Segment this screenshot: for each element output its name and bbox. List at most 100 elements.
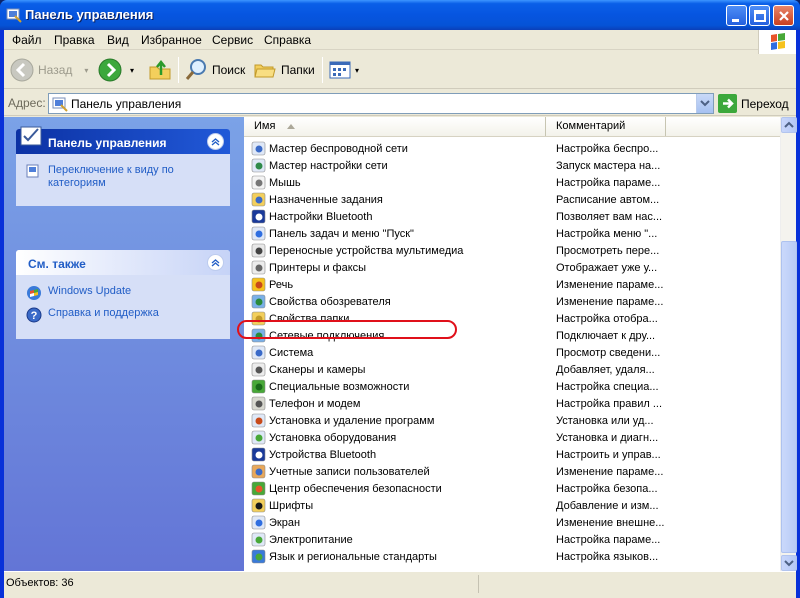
bluetooth-devices-icon [251, 447, 266, 462]
list-item[interactable]: Мастер настройки сети Запуск мастера на..… [244, 158, 780, 175]
list-item-name: Шрифты [269, 500, 314, 512]
vertical-scrollbar[interactable] [780, 117, 797, 571]
scroll-thumb[interactable] [781, 241, 797, 553]
list-item-comment: Настройка правил ... [556, 398, 663, 410]
menu-favorites[interactable]: Избранное [141, 33, 202, 47]
close-button[interactable] [773, 5, 794, 26]
list-item[interactable]: Установка оборудования Установка и диагн.… [244, 430, 780, 447]
list-item-comment: Изменение параме... [556, 279, 664, 291]
list-item[interactable]: Назначенные задания Расписание автом... [244, 192, 780, 209]
list-item[interactable]: Экран Изменение внешне... [244, 515, 780, 532]
control-panel-panel: Панель управления Переключение к виду по… [16, 126, 230, 206]
list-item-comment: Расписание автом... [556, 194, 660, 206]
windows-update-link[interactable]: Windows Update [26, 285, 222, 301]
back-dropdown-icon[interactable]: ▾ [84, 66, 88, 75]
scroll-up-icon [784, 121, 794, 128]
window-client: Файл Правка Вид Избранное Сервис Справка [4, 30, 797, 598]
list-item[interactable]: Мастер беспроводной сети Настройка беспро… [244, 141, 780, 158]
address-dropdown-button[interactable] [696, 94, 713, 113]
list-item[interactable]: Устройства Bluetooth Настроить и управ... [244, 447, 780, 464]
menu-help[interactable]: Справка [264, 33, 311, 47]
list-item[interactable]: Учетные записи пользователей Изменение па… [244, 464, 780, 481]
search-icon [185, 59, 206, 80]
phone-modem-icon [251, 396, 266, 411]
up-folder-button[interactable] [148, 56, 172, 84]
list-item-comment: Настройка специа... [556, 381, 659, 393]
fonts-icon [251, 498, 266, 513]
forward-button[interactable]: ▾ [98, 56, 134, 84]
list-item[interactable]: Язык и региональные стандарты Настройка я… [244, 549, 780, 566]
control-panel-icon [6, 8, 22, 23]
highlight-annotation [237, 320, 457, 339]
display-icon [251, 515, 266, 530]
folders-button[interactable]: Папки [253, 56, 315, 84]
list-item-name: Панель задач и меню "Пуск" [269, 228, 414, 240]
column-header-comment[interactable]: Комментарий [546, 117, 666, 136]
help-support-link[interactable]: ? Справка и поддержка [26, 307, 222, 323]
list-item[interactable]: Настройки Bluetooth Позволяет вам нас... [244, 209, 780, 226]
title-bar[interactable]: Панель управления [0, 0, 800, 30]
search-button[interactable]: Поиск [184, 56, 245, 84]
list-item[interactable]: Система Просмотр сведени... [244, 345, 780, 362]
list-item-name: Принтеры и факсы [269, 262, 367, 274]
folders-label: Папки [281, 63, 315, 77]
list-item[interactable]: Центр обеспечения безопасности Настройка … [244, 481, 780, 498]
windows-update-label: Windows Update [48, 285, 132, 297]
list-item[interactable]: Специальные возможности Настройка специа.… [244, 379, 780, 396]
list-item-name: Мышь [269, 177, 301, 189]
list-item-comment: Добавление и изм... [556, 500, 659, 512]
menu-file[interactable]: Файл [12, 33, 42, 47]
add-hardware-icon [251, 430, 266, 445]
control-panel-panel-header[interactable]: Панель управления [16, 126, 230, 154]
control-panel-icon [52, 97, 68, 112]
list-item-comment: Изменение внешне... [556, 517, 665, 529]
list-item[interactable]: Установка и удаление программ Установка и… [244, 413, 780, 430]
column-header-name[interactable]: Имя [244, 117, 546, 136]
maximize-icon [754, 10, 766, 22]
switch-category-view-link[interactable]: Переключение к виду по категориям [26, 164, 222, 190]
views-dropdown-icon[interactable]: ▾ [355, 66, 359, 75]
menu-tools[interactable]: Сервис [212, 33, 253, 47]
see-also-panel-header[interactable]: См. также [16, 250, 230, 275]
up-folder-icon [149, 59, 171, 80]
scroll-down-button[interactable] [781, 555, 797, 571]
sort-ascending-icon [286, 123, 295, 129]
help-icon: ? [26, 307, 42, 323]
views-button[interactable]: ▾ [328, 56, 359, 84]
menu-edit[interactable]: Правка [54, 33, 95, 47]
list-item-comment: Настройка беспро... [556, 143, 659, 155]
list-item[interactable]: Шрифты Добавление и изм... [244, 498, 780, 515]
minimize-button[interactable] [726, 5, 747, 26]
address-field[interactable]: Панель управления [48, 93, 714, 114]
list-item[interactable]: Сканеры и камеры Добавляет, удаля... [244, 362, 780, 379]
chevron-up-icon [211, 259, 220, 267]
list-item[interactable]: Переносные устройства мультимедиа Просмот… [244, 243, 780, 260]
forward-arrow-icon [98, 58, 122, 82]
list-item[interactable]: Электропитание Настройка параме... [244, 532, 780, 549]
back-button[interactable]: Назад ▾ [10, 56, 88, 84]
go-button[interactable]: Переход [718, 94, 789, 113]
collapse-button[interactable] [207, 254, 224, 271]
back-arrow-icon [10, 58, 34, 82]
menu-bar: Файл Правка Вид Избранное Сервис Справка [4, 30, 796, 54]
list-item-comment: Запуск мастера на... [556, 160, 661, 172]
maximize-button[interactable] [749, 5, 770, 26]
list-item[interactable]: Панель задач и меню "Пуск" Настройка меню… [244, 226, 780, 243]
forward-dropdown-icon[interactable]: ▾ [130, 66, 134, 75]
list-item[interactable]: Телефон и модем Настройка правил ... [244, 396, 780, 413]
scroll-up-button[interactable] [781, 117, 797, 133]
list-item-name: Учетные записи пользователей [269, 466, 430, 478]
system-icon [251, 345, 266, 360]
list-item[interactable]: Речь Изменение параме... [244, 277, 780, 294]
list-item-name: Настройки Bluetooth [269, 211, 373, 223]
list-item-name: Переносные устройства мультимедиа [269, 245, 464, 257]
network-wizard-icon [251, 158, 266, 173]
column-header-empty [666, 117, 780, 136]
collapse-button[interactable] [207, 133, 224, 150]
category-view-icon [26, 164, 39, 178]
list-item[interactable]: Мышь Настройка параме... [244, 175, 780, 192]
list-item[interactable]: Свойства обозревателя Изменение параме... [244, 294, 780, 311]
list-item-name: Установка оборудования [269, 432, 397, 444]
list-item[interactable]: Принтеры и факсы Отображает уже у... [244, 260, 780, 277]
menu-view[interactable]: Вид [107, 33, 129, 47]
